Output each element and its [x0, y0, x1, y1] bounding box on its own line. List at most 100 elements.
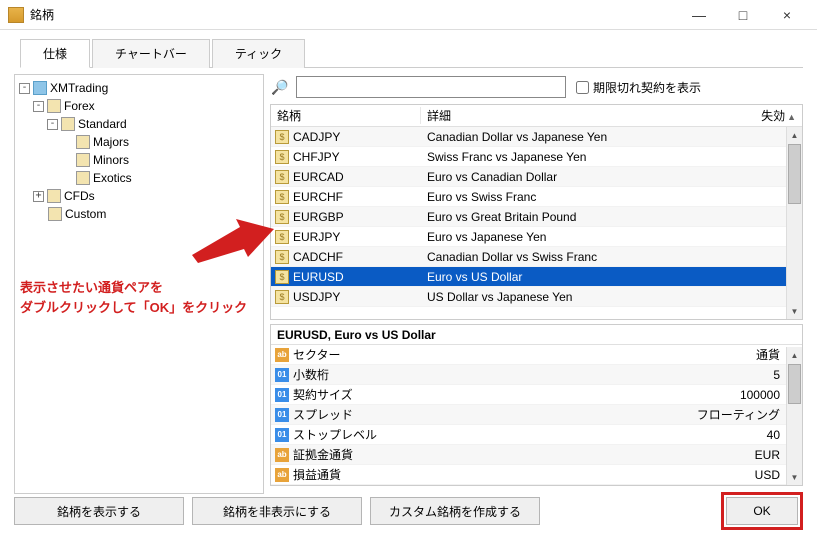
detail-row: 01小数桁5	[271, 365, 802, 385]
tree-exotics[interactable]: Exotics	[17, 169, 261, 187]
symbol-icon: $	[275, 130, 289, 144]
tab-chartbar[interactable]: チャートバー	[92, 39, 210, 68]
search-input[interactable]	[296, 76, 566, 98]
folder-icon	[61, 117, 75, 131]
tree-label: Minors	[93, 153, 129, 167]
detail-row: abセクター通貨	[271, 345, 802, 365]
tab-spec[interactable]: 仕様	[20, 39, 90, 68]
detail-key: 小数桁	[293, 366, 773, 383]
desc-cell: US Dollar vs Japanese Yen	[421, 290, 802, 304]
symbol-icon: $	[275, 190, 289, 204]
maximize-button[interactable]: □	[721, 1, 765, 29]
collapse-icon[interactable]: -	[33, 101, 44, 112]
button-row: 銘柄を表示する 銘柄を非表示にする カスタム銘柄を作成する OK	[14, 492, 803, 530]
search-icon[interactable]: 🔎	[270, 79, 290, 96]
symbol-cell: EURGBP	[293, 210, 344, 224]
expired-checkbox-input[interactable]	[576, 81, 589, 94]
table-row[interactable]: $EURUSDEuro vs US Dollar	[271, 267, 802, 287]
detail-row: ab損益通貨USD	[271, 465, 802, 485]
table-row[interactable]: $ EURCHF Euro vs Swiss Franc	[271, 187, 802, 207]
tab-tick[interactable]: ティック	[212, 39, 305, 68]
tree-label: Majors	[93, 135, 129, 149]
desc-cell: Euro vs Canadian Dollar	[421, 170, 802, 184]
symbol-cell: EURCAD	[293, 170, 344, 184]
desc-cell: Canadian Dollar vs Japanese Yen	[421, 130, 802, 144]
window-title: 銘柄	[30, 6, 54, 23]
tree-label: CFDs	[64, 189, 95, 203]
detail-key: スプレッド	[293, 406, 697, 423]
detail-scrollbar[interactable]: ▲ ▼	[786, 347, 802, 485]
scrollbar[interactable]: ▲ ▼	[786, 127, 802, 319]
desc-cell: Euro vs Great Britain Pound	[421, 210, 802, 224]
symbol-icon: $	[275, 170, 289, 184]
field-type-icon: 01	[275, 368, 289, 382]
create-custom-button[interactable]: カスタム銘柄を作成する	[370, 497, 540, 525]
hide-symbol-button[interactable]: 銘柄を非表示にする	[192, 497, 362, 525]
expired-checkbox[interactable]: 期限切れ契約を表示	[576, 79, 701, 96]
scroll-thumb[interactable]	[788, 364, 801, 404]
symbol-cell: CADCHF	[293, 250, 343, 264]
col-symbol[interactable]: 銘柄	[271, 107, 421, 124]
table-row[interactable]: $CADJPYCanadian Dollar vs Japanese Yen	[271, 127, 802, 147]
scroll-thumb[interactable]	[788, 144, 801, 204]
expand-icon[interactable]: +	[33, 191, 44, 202]
tabs: 仕様 チャートバー ティック	[20, 38, 803, 68]
sort-arrow-icon: ▲	[787, 112, 796, 122]
table-row[interactable]: $USDJPYUS Dollar vs Japanese Yen	[271, 287, 802, 307]
folder-icon	[76, 135, 90, 149]
detail-row: 01契約サイズ100000	[271, 385, 802, 405]
tree-label: Standard	[78, 117, 127, 131]
scroll-up-icon[interactable]: ▲	[787, 347, 802, 363]
detail-row: 01スプレッドフローティング	[271, 405, 802, 425]
minimize-button[interactable]: —	[677, 1, 721, 29]
tree-label: Custom	[65, 207, 106, 221]
scroll-down-icon[interactable]: ▼	[787, 469, 802, 485]
detail-row: ab証拠金通貨EUR	[271, 445, 802, 465]
field-type-icon: ab	[275, 448, 289, 462]
tree-label: Forex	[64, 99, 95, 113]
tree-minors[interactable]: Minors	[17, 151, 261, 169]
tree-standard[interactable]: - Standard	[17, 115, 261, 133]
symbol-icon: $	[275, 210, 289, 224]
tree-cfds[interactable]: + CFDs	[17, 187, 261, 205]
show-symbol-button[interactable]: 銘柄を表示する	[14, 497, 184, 525]
symbol-cell: EURJPY	[293, 230, 340, 244]
table-row[interactable]: $CHFJPYSwiss Franc vs Japanese Yen	[271, 147, 802, 167]
collapse-icon[interactable]: -	[19, 83, 30, 94]
scroll-down-icon[interactable]: ▼	[787, 303, 802, 319]
field-type-icon: 01	[275, 428, 289, 442]
table-row[interactable]: $ EURJPY Euro vs Japanese Yen	[271, 227, 802, 247]
symbol-icon: $	[275, 230, 289, 244]
tree-root[interactable]: - XMTrading	[17, 79, 261, 97]
detail-key: ストップレベル	[293, 426, 767, 443]
field-type-icon: 01	[275, 388, 289, 402]
symbol-icon: $	[275, 250, 289, 264]
col-disabled[interactable]: 失効▲	[756, 107, 802, 124]
desc-cell: Euro vs Japanese Yen	[421, 230, 802, 244]
expired-checkbox-label: 期限切れ契約を表示	[593, 79, 701, 96]
folder-icon	[76, 153, 90, 167]
table-row[interactable]: $ EURGBP Euro vs Great Britain Pound	[271, 207, 802, 227]
detail-title: EURUSD, Euro vs US Dollar	[271, 325, 802, 345]
close-button[interactable]: ×	[765, 1, 809, 29]
app-icon	[8, 7, 24, 23]
annotation-text: 表示させたい通貨ペアを ダブルクリックして「OK」をクリック	[20, 278, 247, 317]
table-row[interactable]: $ EURCAD Euro vs Canadian Dollar	[271, 167, 802, 187]
field-type-icon: 01	[275, 408, 289, 422]
table-row[interactable]: $CADCHFCanadian Dollar vs Swiss Franc	[271, 247, 802, 267]
tree-forex[interactable]: - Forex	[17, 97, 261, 115]
col-detail[interactable]: 詳細	[421, 107, 756, 124]
symbol-grid: 銘柄 詳細 失効▲ $CADJPYCanadian Dollar vs Japa…	[270, 104, 803, 320]
ok-highlight: OK	[721, 492, 803, 530]
desc-cell: Euro vs US Dollar	[421, 270, 802, 284]
symbol-cell: EURCHF	[293, 190, 343, 204]
collapse-icon[interactable]: -	[47, 119, 58, 130]
folder-icon	[33, 81, 47, 95]
desc-cell: Euro vs Swiss Franc	[421, 190, 802, 204]
ok-button[interactable]: OK	[726, 497, 798, 525]
tree-majors[interactable]: Majors	[17, 133, 261, 151]
symbol-icon: $	[275, 150, 289, 164]
symbol-icon: $	[275, 290, 289, 304]
scroll-up-icon[interactable]: ▲	[787, 127, 802, 143]
detail-key: 証拠金通貨	[293, 446, 755, 463]
